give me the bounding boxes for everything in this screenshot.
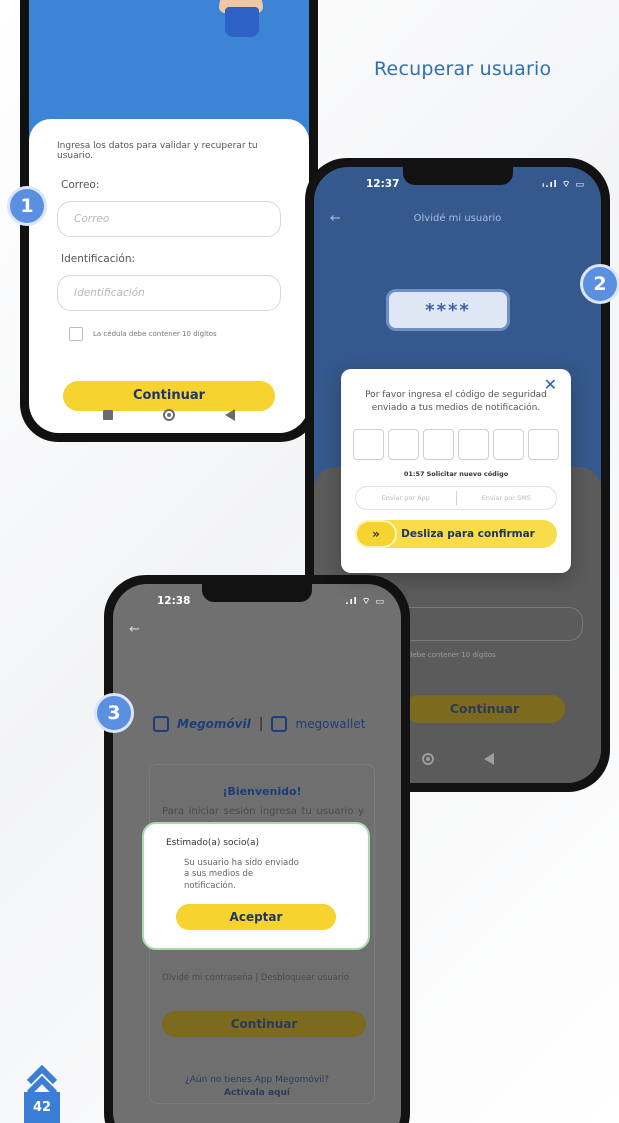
recents-icon[interactable]	[103, 410, 113, 420]
status-time: 12:38	[157, 595, 191, 607]
megowallet-logo-text: megowallet	[295, 717, 366, 731]
code-digit-input[interactable]	[528, 429, 559, 461]
user-sent-modal: Estimado(a) socio(a) Su usuario ha sido …	[142, 822, 370, 950]
megomovil-logo-icon	[153, 716, 169, 732]
status-icons: .ıl ⌔ ▭	[345, 596, 385, 607]
account-links[interactable]: Olvidé mi contraseña | Desbloquear usuar…	[162, 973, 370, 983]
modal-title: Estimado(a) socio(a)	[166, 838, 259, 848]
code-input-row	[353, 429, 559, 461]
code-timer-row: 01:57 Solicitar nuevo código	[353, 470, 559, 478]
home-icon[interactable]	[163, 409, 175, 421]
page-title: Recuperar usuario	[374, 58, 552, 80]
slide-to-confirm[interactable]: » Desliza para confirmar	[355, 520, 557, 549]
code-digit-input[interactable]	[423, 429, 454, 461]
dimmed-hint: debe contener 10 dígitos	[408, 651, 496, 659]
activation-question: ¿Aún no tienes App Megomóvil?	[185, 1075, 329, 1085]
code-digit-input[interactable]	[458, 429, 489, 461]
dimmed-continue-button: Continuar	[404, 695, 565, 723]
status-time: 12:37	[366, 178, 400, 190]
identification-field[interactable]: Identificación	[57, 275, 281, 311]
security-code-message: Por favor ingresa el código de seguridad…	[365, 390, 547, 414]
id-checkbox-row: La cédula debe contener 10 dígitos	[69, 327, 281, 341]
form-instruction: Ingresa los datos para validar y recuper…	[57, 141, 258, 161]
step-badge-3: 3	[94, 693, 134, 733]
id-label: Identificación:	[61, 253, 136, 265]
code-digit-input[interactable]	[388, 429, 419, 461]
chevron-up-icon[interactable]	[26, 1062, 58, 1094]
megomovil-logo-text: Megomóvil	[177, 717, 251, 731]
back-arrow-icon[interactable]: ←	[330, 211, 341, 226]
pin-illustration: ****	[386, 289, 510, 331]
brand-logos: Megomóvil | megowallet	[153, 716, 365, 732]
dimmed-continue-button: Continuar	[162, 1011, 366, 1037]
send-by-app-option[interactable]: Enviar por App	[356, 487, 456, 509]
email-field[interactable]: Correo	[57, 201, 281, 237]
step-badge-1: 1	[7, 186, 47, 226]
phone1-screen: Ingresa los datos para validar y recuper…	[29, 0, 309, 433]
status-icons: ᵢ.ıl ⌔ ▭	[542, 179, 585, 190]
recovery-form-card: Ingresa los datos para validar y recuper…	[29, 119, 309, 433]
camera-notch	[402, 167, 513, 185]
android-nav-bar	[29, 409, 309, 421]
request-new-code-link[interactable]: Solicitar nuevo código	[427, 470, 509, 478]
welcome-heading: ¡Bienvenido!	[222, 785, 302, 798]
send-by-sms-option[interactable]: Enviar por SMS	[457, 487, 557, 509]
sleeve-illustration	[225, 7, 259, 37]
security-code-modal: ✕ Por favor ingresa el código de segurid…	[341, 369, 571, 573]
phone-step-1: Ingresa los datos para validar y recuper…	[20, 0, 318, 442]
logo-separator: |	[258, 716, 264, 732]
back-arrow-icon[interactable]: ←	[129, 622, 140, 637]
step-badge-2: 2	[580, 264, 619, 304]
activation-footer: ¿Aún no tienes App Megomóvil? Actívala a…	[113, 1074, 401, 1100]
megowallet-logo-icon	[271, 716, 288, 732]
slide-handle[interactable]: »	[355, 520, 397, 549]
send-method-toggle: Enviar por App Enviar por SMS	[355, 486, 557, 511]
camera-notch	[202, 584, 312, 602]
screen-title: Olvidé mi usuario	[413, 212, 502, 224]
code-digit-input[interactable]	[493, 429, 524, 461]
email-label: Correo:	[61, 179, 100, 191]
code-digit-input[interactable]	[353, 429, 384, 461]
phone1-header-bg	[29, 0, 309, 119]
activate-link[interactable]: Actívala aquí	[113, 1087, 401, 1100]
accept-button[interactable]: Aceptar	[176, 904, 336, 931]
slide-label: Desliza para confirmar	[401, 528, 535, 541]
home-icon[interactable]	[421, 753, 434, 765]
back-triangle-icon[interactable]	[225, 409, 235, 421]
screen-header: ← Olvidé mi usuario	[314, 205, 601, 231]
code-timer: 01:57	[403, 470, 425, 479]
modal-message: Su usuario ha sido enviado a sus medios …	[184, 858, 299, 891]
close-icon[interactable]: ✕	[544, 375, 557, 394]
back-triangle-icon[interactable]	[483, 753, 494, 765]
continue-button[interactable]: Continuar	[63, 381, 275, 411]
page-number: 42	[24, 1092, 60, 1123]
checkbox-label: La cédula debe contener 10 dígitos	[93, 330, 217, 338]
id-length-checkbox[interactable]	[69, 327, 83, 341]
